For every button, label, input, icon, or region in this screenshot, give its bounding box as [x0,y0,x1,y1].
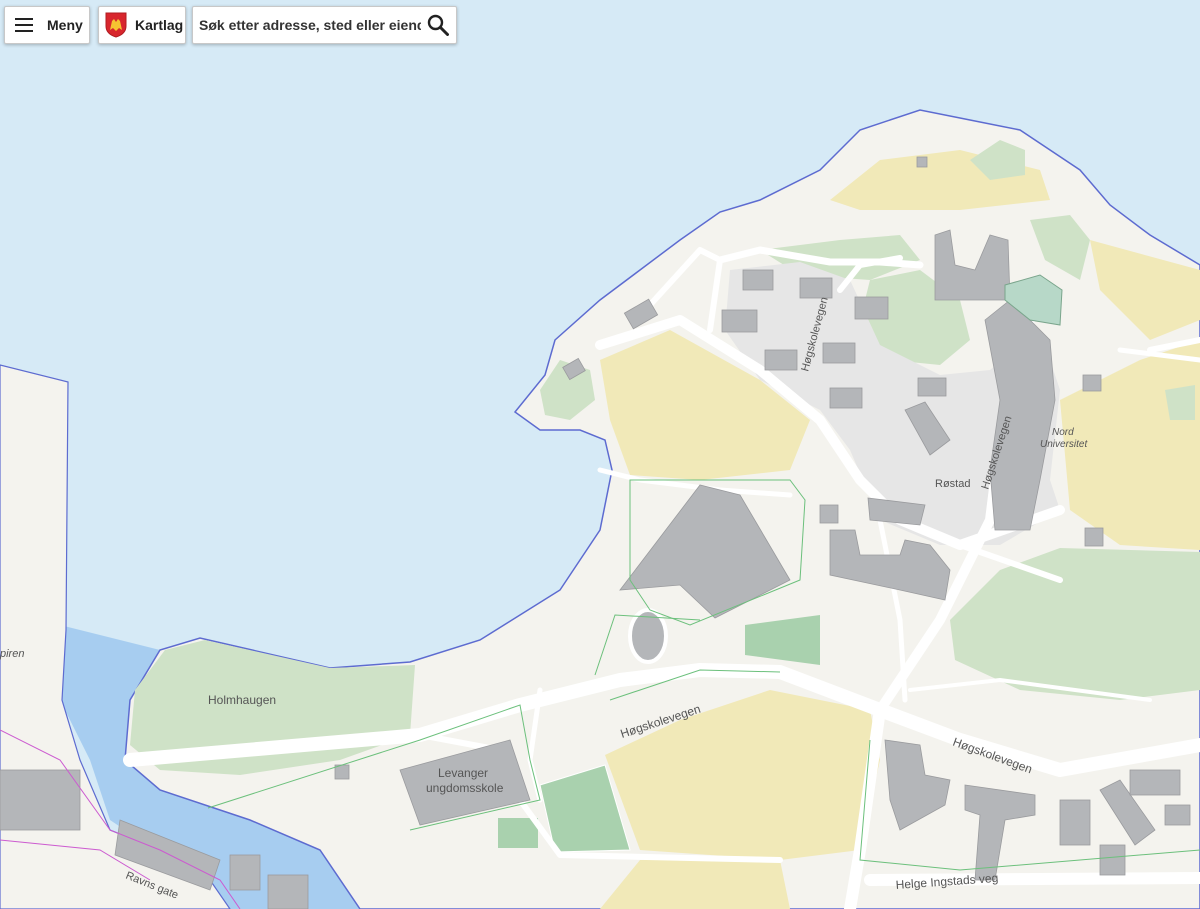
layers-label: Kartlag [135,17,184,33]
label-holmhaugen: Holmhaugen [208,693,276,707]
label-universitet: Universitet [1040,439,1088,450]
label-rostad: Røstad [935,478,970,490]
coat-of-arms-icon [105,12,127,38]
menu-button[interactable]: Meny [4,6,90,44]
small-pitch [498,818,538,848]
search-box[interactable] [192,6,457,44]
hamburger-icon [15,18,33,32]
forest-east-small [1165,385,1195,420]
layers-button[interactable]: Kartlag [98,6,186,44]
label-ungdomsskole: ungdomsskole [426,781,504,795]
label-levanger: Levanger [438,766,488,780]
menu-label: Meny [47,17,83,33]
map-canvas[interactable]: Holmhaugen Levanger ungdomsskole Høgskol… [0,0,1200,909]
label-piren: piren [0,648,24,660]
search-icon[interactable] [427,14,449,36]
label-nord: Nord [1052,427,1074,438]
search-input[interactable] [199,17,421,33]
